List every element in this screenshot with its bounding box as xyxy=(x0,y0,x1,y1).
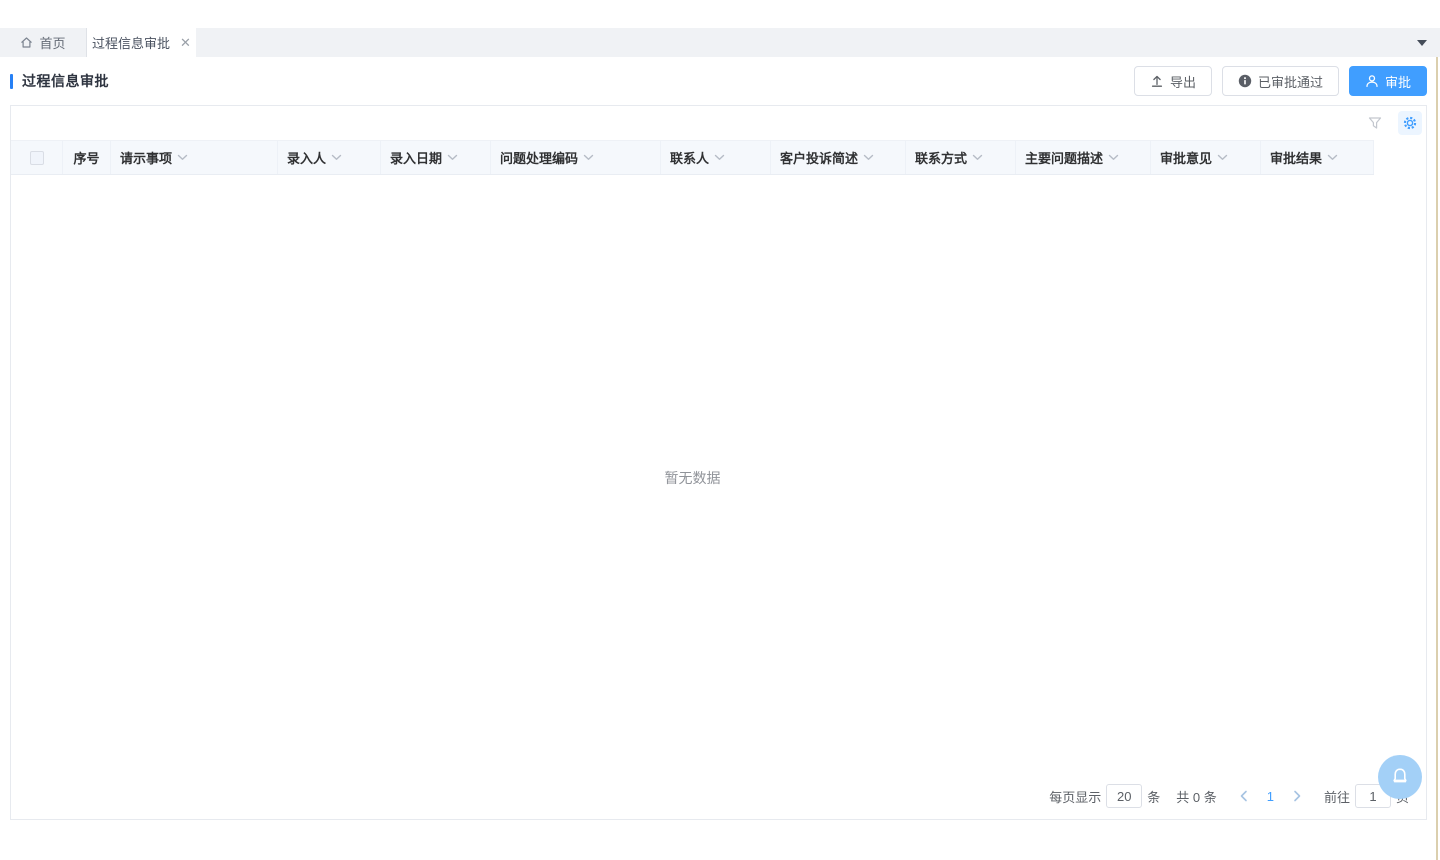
page-number-button[interactable]: 1 xyxy=(1255,789,1286,804)
tab-home[interactable]: 首页 xyxy=(0,28,87,57)
column-label: 审批意见 xyxy=(1160,148,1212,167)
window-edge xyxy=(1436,57,1438,860)
export-button-label: 导出 xyxy=(1170,72,1196,91)
chevron-down-icon[interactable] xyxy=(1327,154,1338,161)
column-label: 审批结果 xyxy=(1270,148,1322,167)
prev-page-button[interactable] xyxy=(1233,790,1255,802)
column-label: 请示事项 xyxy=(120,148,172,167)
chevron-down-icon[interactable] xyxy=(583,154,594,161)
chevron-down-icon[interactable] xyxy=(714,154,725,161)
column-label: 主要问题描述 xyxy=(1025,148,1103,167)
close-tab-icon[interactable]: ✕ xyxy=(180,36,191,49)
total-count: 共 0 条 xyxy=(1176,787,1216,806)
column-header-entry-date[interactable]: 录入日期 xyxy=(381,141,491,174)
tab-home-label: 首页 xyxy=(39,33,65,52)
settings-gear-icon[interactable] xyxy=(1398,111,1422,135)
column-label: 录入人 xyxy=(287,148,326,167)
select-all-cell xyxy=(11,141,63,174)
chevron-down-icon[interactable] xyxy=(1217,154,1228,161)
tab-bar: 首页 过程信息审批 ✕ xyxy=(0,28,1440,57)
notification-bell-button[interactable] xyxy=(1378,755,1422,799)
column-header-complaint-summary[interactable]: 客户投诉简述 xyxy=(771,141,906,174)
column-header-contact-method[interactable]: 联系方式 xyxy=(906,141,1016,174)
column-header-request-item[interactable]: 请示事项 xyxy=(111,141,278,174)
per-page-label: 每页显示 xyxy=(1049,787,1101,806)
chevron-down-icon[interactable] xyxy=(863,154,874,161)
empty-state-text: 暂无数据 xyxy=(665,468,721,488)
chevron-down-icon[interactable] xyxy=(1108,154,1119,161)
column-header-entered-by[interactable]: 录入人 xyxy=(278,141,381,174)
page-size-input[interactable] xyxy=(1106,784,1142,808)
chevron-down-icon[interactable] xyxy=(972,154,983,161)
per-page-unit: 条 xyxy=(1147,787,1160,806)
approve-button[interactable]: 审批 xyxy=(1349,66,1427,96)
chevron-down-icon[interactable] xyxy=(331,154,342,161)
column-header-main-problem[interactable]: 主要问题描述 xyxy=(1016,141,1151,174)
table-body: 暂无数据 xyxy=(11,175,1374,780)
home-icon xyxy=(20,36,33,49)
approved-button-label: 已审批通过 xyxy=(1258,72,1323,91)
select-all-checkbox[interactable] xyxy=(30,151,44,165)
column-label: 客户投诉简述 xyxy=(780,148,858,167)
tab-process-approval[interactable]: 过程信息审批 ✕ xyxy=(87,28,196,57)
column-header-problem-code[interactable]: 问题处理编码 xyxy=(491,141,661,174)
column-label: 联系人 xyxy=(670,148,709,167)
chevron-down-icon[interactable] xyxy=(447,154,458,161)
title-accent-bar xyxy=(10,74,13,89)
goto-label: 前往 xyxy=(1324,787,1350,806)
page-title: 过程信息审批 xyxy=(22,71,109,91)
bell-icon xyxy=(1389,766,1411,788)
export-button[interactable]: 导出 xyxy=(1134,66,1212,96)
table-card: 序号 请示事项 录入人 录入日期 问题处理编码 联系人 客户投诉简述 联系方式 主要问题描述 审批… xyxy=(10,105,1427,820)
column-label: 联系方式 xyxy=(915,148,967,167)
column-header-contact-person[interactable]: 联系人 xyxy=(661,141,771,174)
approve-button-label: 审批 xyxy=(1385,72,1411,91)
table-header-row: 序号 请示事项 录入人 录入日期 问题处理编码 联系人 客户投诉简述 联系方式 主要问题描述 审批… xyxy=(11,140,1374,175)
table-toolbar xyxy=(11,106,1426,140)
column-header-approval-opinion[interactable]: 审批意见 xyxy=(1151,141,1261,174)
header-actions: 导出 已审批通过 审批 xyxy=(1134,66,1427,96)
export-upload-icon xyxy=(1150,74,1164,88)
tab-list-dropdown-icon[interactable] xyxy=(1417,40,1427,46)
tab-active-label: 过程信息审批 xyxy=(92,33,170,52)
column-label: 序号 xyxy=(73,148,99,167)
page-header: 过程信息审批 导出 已审批通过 xyxy=(10,66,1427,96)
column-label: 录入日期 xyxy=(390,148,442,167)
filter-icon[interactable] xyxy=(1367,115,1383,131)
column-header-approval-result[interactable]: 审批结果 xyxy=(1261,141,1374,174)
user-icon xyxy=(1365,74,1379,88)
info-icon xyxy=(1238,74,1252,88)
next-page-button[interactable] xyxy=(1286,790,1308,802)
chevron-down-icon[interactable] xyxy=(177,154,188,161)
approved-button[interactable]: 已审批通过 xyxy=(1222,66,1339,96)
pagination: 每页显示 条 共 0 条 1 前往 页 xyxy=(1049,784,1409,808)
column-label: 问题处理编码 xyxy=(500,148,578,167)
column-header-index: 序号 xyxy=(63,141,111,174)
